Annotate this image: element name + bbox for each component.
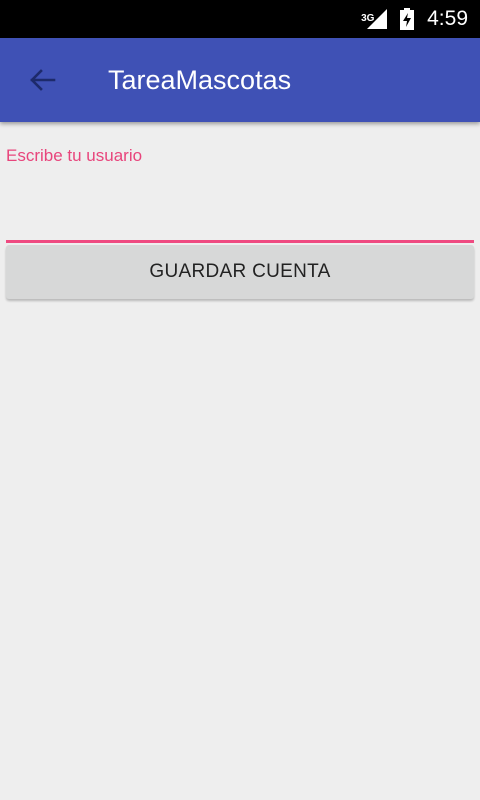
username-label: Escribe tu usuario — [6, 146, 143, 165]
battery-charging-icon — [400, 8, 415, 30]
arrow-back-icon — [30, 69, 56, 91]
username-underline — [6, 240, 474, 243]
signal-indicator: 3G — [361, 7, 389, 31]
save-account-button[interactable]: GUARDAR CUENTA — [6, 245, 474, 299]
status-time: 4:59 — [427, 7, 468, 30]
username-field: Escribe tu usuario — [6, 146, 474, 243]
app-title: TareaMascotas — [108, 65, 292, 95]
back-button[interactable] — [18, 58, 66, 102]
status-icons: 3G 4:59 — [361, 0, 468, 38]
username-input[interactable] — [6, 174, 474, 214]
app-bar: TareaMascotas — [0, 38, 480, 122]
signal-icon — [367, 9, 388, 29]
status-bar: 3G 4:59 — [0, 0, 480, 38]
